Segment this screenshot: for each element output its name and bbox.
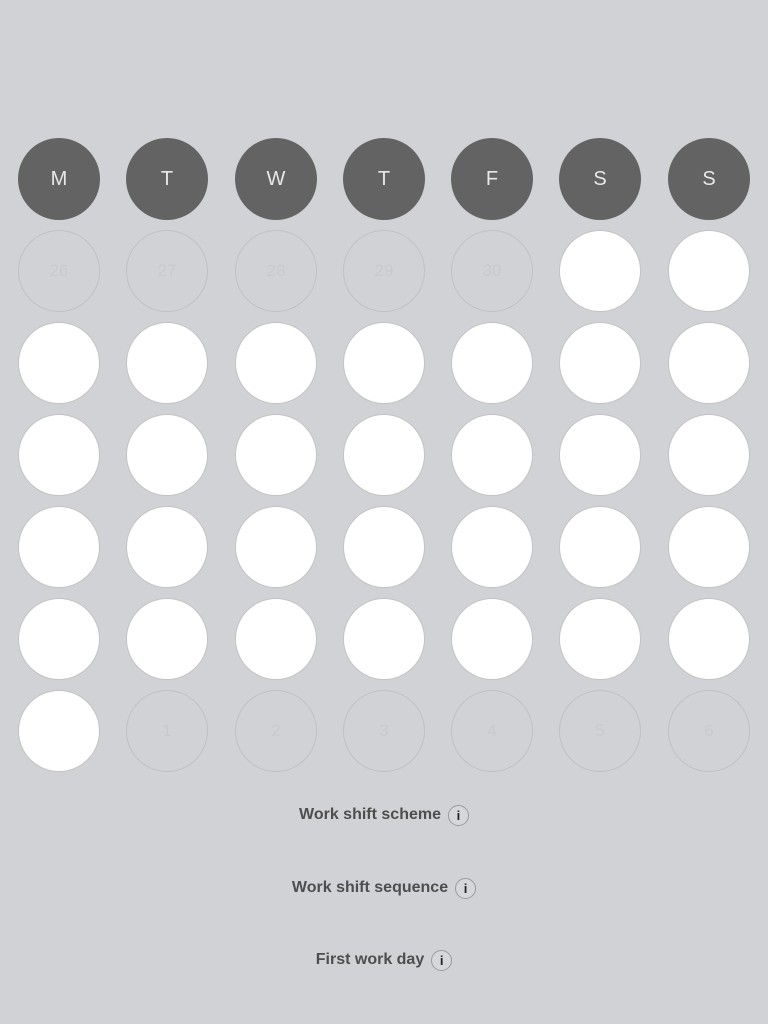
work-shift-sequence-label: Work shift sequence <box>291 879 449 896</box>
day-cell[interactable] <box>668 322 750 404</box>
day-cell[interactable] <box>559 598 641 680</box>
day-cell[interactable] <box>559 230 641 312</box>
day-cell-outside-month: 6 <box>668 690 750 772</box>
day-cell-outside-month: 5 <box>559 690 641 772</box>
work-shift-scheme-setting[interactable]: Work shift scheme i <box>0 800 768 830</box>
first-work-day-label: First work day <box>315 951 425 968</box>
day-cell[interactable] <box>18 322 100 404</box>
day-cell[interactable] <box>343 414 425 496</box>
day-cell-outside-month: 27 <box>126 230 208 312</box>
weekday-header: T <box>343 138 425 220</box>
day-cell[interactable] <box>18 414 100 496</box>
day-cell[interactable] <box>235 322 317 404</box>
work-shift-sequence-setting[interactable]: Work shift sequence i <box>0 873 768 903</box>
day-cell[interactable] <box>668 230 750 312</box>
weekday-header: T <box>126 138 208 220</box>
day-cell[interactable] <box>451 322 533 404</box>
day-cell[interactable] <box>343 506 425 588</box>
day-cell[interactable] <box>18 690 100 772</box>
week-row: 26 27 28 29 30 <box>0 230 768 314</box>
week-row: 123456 <box>0 690 768 774</box>
week-row <box>0 322 768 406</box>
day-cell[interactable] <box>18 598 100 680</box>
day-cell[interactable] <box>451 506 533 588</box>
weekday-header: F <box>451 138 533 220</box>
week-row <box>0 598 768 682</box>
day-cell-outside-month: 1 <box>126 690 208 772</box>
first-work-day-setting[interactable]: First work day i <box>0 945 768 975</box>
info-icon[interactable]: i <box>447 804 469 826</box>
day-cell[interactable] <box>235 506 317 588</box>
day-cell[interactable] <box>235 414 317 496</box>
day-cell[interactable] <box>559 322 641 404</box>
day-cell-outside-month: 28 <box>235 230 317 312</box>
info-icon[interactable]: i <box>455 877 477 899</box>
day-cell[interactable] <box>559 414 641 496</box>
day-cell[interactable] <box>343 322 425 404</box>
day-cell[interactable] <box>668 506 750 588</box>
day-cell[interactable] <box>343 598 425 680</box>
weekday-header: S <box>559 138 641 220</box>
day-cell-outside-month: 30 <box>451 230 533 312</box>
work-shift-scheme-label: Work shift scheme <box>299 806 441 823</box>
weekday-header: S <box>668 138 750 220</box>
day-cell[interactable] <box>126 414 208 496</box>
week-row <box>0 414 768 498</box>
day-cell-outside-month: 4 <box>451 690 533 772</box>
day-cell[interactable] <box>18 506 100 588</box>
info-icon[interactable]: i <box>431 949 453 971</box>
day-cell-outside-month: 3 <box>343 690 425 772</box>
day-cell[interactable] <box>668 414 750 496</box>
day-cell[interactable] <box>668 598 750 680</box>
weekday-header-row: MTWTFSS <box>0 138 768 222</box>
day-cell[interactable] <box>126 598 208 680</box>
weekday-header: M <box>18 138 100 220</box>
day-cell-outside-month: 26 <box>18 230 100 312</box>
day-cell[interactable] <box>559 506 641 588</box>
day-cell[interactable] <box>126 506 208 588</box>
day-cell[interactable] <box>451 414 533 496</box>
week-row <box>0 506 768 590</box>
day-cell-outside-month: 2 <box>235 690 317 772</box>
day-cell[interactable] <box>451 598 533 680</box>
day-cell-outside-month: 29 <box>343 230 425 312</box>
weekday-header: W <box>235 138 317 220</box>
day-cell[interactable] <box>235 598 317 680</box>
day-cell[interactable] <box>126 322 208 404</box>
